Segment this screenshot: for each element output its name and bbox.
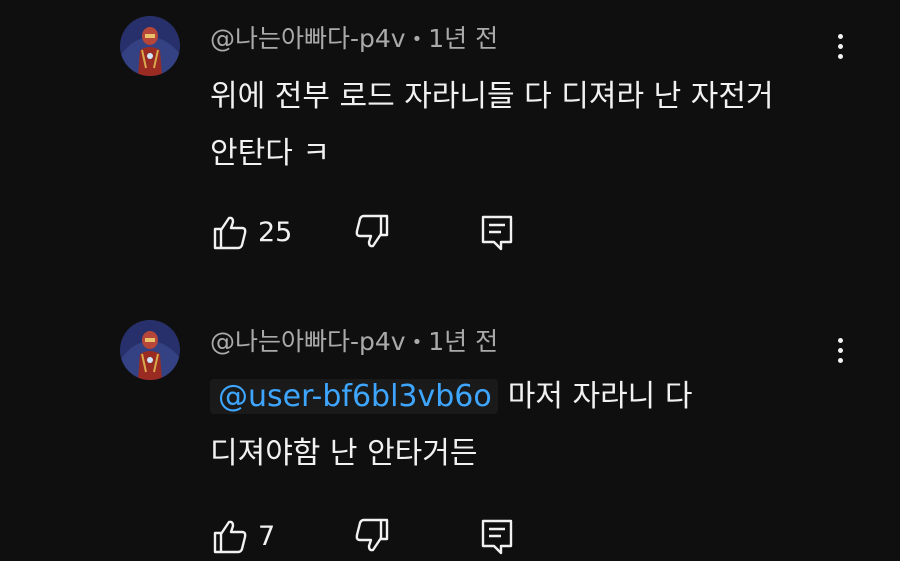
meta-separator: • xyxy=(411,332,423,353)
comment-text-line: 위에 전부 로드 자라니들 다 디져라 난 자전거 xyxy=(210,79,774,114)
comment-reply-icon xyxy=(481,215,513,251)
more-vert-icon[interactable] xyxy=(826,332,854,368)
published-time[interactable]: 1년 전 xyxy=(428,327,498,356)
thumb-down-icon xyxy=(355,518,389,552)
author-name[interactable]: @나는아빠다-p4v xyxy=(210,327,406,356)
dislike-button[interactable] xyxy=(350,210,394,254)
author-name[interactable]: @나는아빠다-p4v xyxy=(210,24,406,53)
avatar[interactable] xyxy=(120,320,180,380)
avatar[interactable] xyxy=(120,16,180,76)
thumb-up-icon xyxy=(213,216,247,250)
like-count: 7 xyxy=(258,520,276,552)
comment-text-line: 안탄다 ㅋ xyxy=(210,136,330,171)
comment-text: @user-bf6bl3vb6o 마저 자라니 다 디져야함 난 안타거든 xyxy=(210,368,692,482)
comment-text-line: @user-bf6bl3vb6o 마저 자라니 다 xyxy=(210,368,692,425)
comment-text-line: 디져야함 난 안타거든 xyxy=(210,436,478,471)
more-vert-icon[interactable] xyxy=(826,28,854,64)
like-button[interactable]: 25 xyxy=(210,212,304,252)
mention-link[interactable]: @user-bf6bl3vb6o xyxy=(210,379,498,414)
thumb-up-icon xyxy=(213,520,247,554)
like-count: 25 xyxy=(258,216,293,248)
iron-man-avatar-icon xyxy=(120,320,180,380)
comment-actions: 25 xyxy=(210,210,513,254)
comment-meta: @나는아빠다-p4v • 1년 전 xyxy=(210,24,498,57)
thumb-down-icon xyxy=(355,214,389,248)
comment-actions: 7 xyxy=(210,514,513,558)
comment-thread-item: @나는아빠다-p4v • 1년 전 위에 전부 로드 자라니들 다 디져라 난 자전… xyxy=(0,0,900,300)
comment-meta: @나는아빠다-p4v • 1년 전 xyxy=(210,327,498,360)
iron-man-avatar-icon xyxy=(120,16,180,76)
comment-text: 위에 전부 로드 자라니들 다 디져라 난 자전거 안탄다 ㅋ xyxy=(210,68,774,182)
meta-separator: • xyxy=(411,29,423,50)
comment-text-segment: 마저 자라니 다 xyxy=(507,379,693,414)
reply-button[interactable] xyxy=(475,514,519,558)
dislike-button[interactable] xyxy=(350,514,394,558)
reply-button[interactable] xyxy=(475,210,519,254)
comment-reply-icon xyxy=(481,519,513,555)
published-time[interactable]: 1년 전 xyxy=(428,24,498,53)
comment-thread-item: @나는아빠다-p4v • 1년 전 @user-bf6bl3vb6o 마저 자라니 다… xyxy=(0,300,900,561)
like-button[interactable]: 7 xyxy=(210,516,304,556)
